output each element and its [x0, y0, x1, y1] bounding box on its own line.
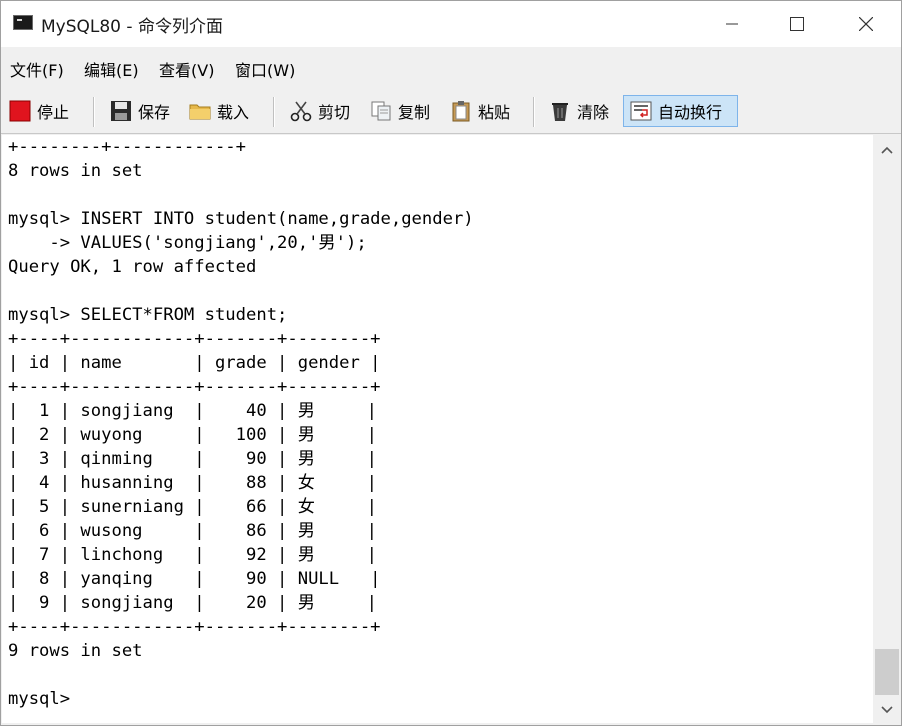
clipboard-icon — [450, 100, 472, 122]
title-bar[interactable]: MySQL80 - 命令列介面 — [1, 1, 901, 47]
console-line: -> VALUES('songjiang',20,'男'); — [8, 233, 367, 253]
save-button[interactable]: 保存 — [110, 95, 170, 127]
paste-button[interactable]: 粘贴 — [450, 95, 510, 127]
stop-button[interactable]: 停止 — [9, 95, 69, 127]
console-line: 9 rows in set — [8, 641, 143, 661]
folder-icon — [189, 100, 211, 122]
menu-file[interactable]: 文件(F) — [10, 57, 64, 81]
load-button[interactable]: 载入 — [189, 95, 249, 127]
console-line: Query OK, 1 row affected — [8, 257, 257, 277]
maximize-button[interactable] — [774, 1, 820, 47]
minimize-button[interactable] — [709, 1, 755, 47]
save-label: 保存 — [138, 103, 171, 122]
minimize-icon — [726, 23, 738, 25]
paste-label: 粘贴 — [478, 103, 511, 122]
toolbar-separator — [533, 97, 535, 127]
clear-label: 清除 — [577, 103, 610, 122]
menu-view[interactable]: 查看(V) — [159, 57, 214, 81]
console-line: | 2 | wuyong | 100 | 男 | — [8, 425, 378, 445]
chevron-down-icon — [881, 706, 893, 714]
cut-button[interactable]: 剪切 — [290, 95, 350, 127]
console-line: +----+------------+-------+--------+ — [8, 617, 381, 637]
cut-label: 剪切 — [318, 103, 351, 122]
clear-button[interactable]: 清除 — [549, 95, 609, 127]
console-output[interactable]: +--------+------------+ 8 rows in set mys… — [2, 135, 873, 723]
console-text: +--------+------------+ 8 rows in set mys… — [2, 135, 873, 711]
console-icon — [13, 15, 33, 30]
wrap-label: 自动换行 — [658, 103, 723, 122]
console-line: | 7 | linchong | 92 | 男 | — [8, 545, 378, 565]
trash-icon — [549, 100, 571, 122]
maximize-icon — [790, 17, 804, 31]
console-line: +----+------------+-------+--------+ — [8, 329, 381, 349]
chevron-up-icon — [881, 146, 893, 154]
menu-window[interactable]: 窗口(W) — [235, 57, 295, 81]
console-line: mysql> SELECT*FROM student; — [8, 305, 288, 325]
wrap-icon — [630, 100, 652, 122]
scroll-thumb[interactable] — [875, 649, 899, 695]
console-line: +--------+------------+ — [8, 137, 246, 157]
console-line: mysql> INSERT INTO student(name,grade,ge… — [8, 209, 474, 229]
menu-bar: 文件(F) 编辑(E) 查看(V) 窗口(W) — [1, 47, 901, 91]
toolbar-separator — [93, 97, 95, 127]
mysql-console-window: MySQL80 - 命令列介面 文件(F) 编辑(E) 查看(V) 窗口(W) … — [0, 0, 902, 726]
copy-button[interactable]: 复制 — [370, 95, 430, 127]
scroll-down-button[interactable] — [874, 697, 900, 723]
close-button[interactable] — [843, 1, 889, 47]
copy-icon — [370, 100, 392, 122]
console-line: mysql> — [8, 689, 81, 709]
console-line: | 4 | husanning | 88 | 女 | — [8, 473, 378, 493]
close-icon — [859, 17, 873, 31]
toolbar: 停止 保存 载入 剪切 复制 粘贴 清除 自动换行 — [1, 91, 901, 134]
console-line: | 1 | songjiang | 40 | 男 | — [8, 401, 378, 421]
window-title: MySQL80 - 命令列介面 — [41, 17, 223, 37]
stop-label: 停止 — [37, 103, 70, 122]
console-line: | id | name | grade | gender | — [8, 353, 381, 373]
console-line: | 5 | sunerniang | 66 | 女 | — [8, 497, 378, 517]
menu-edit[interactable]: 编辑(E) — [84, 57, 139, 81]
floppy-icon — [110, 100, 132, 122]
load-label: 载入 — [217, 103, 250, 122]
console-line: 8 rows in set — [8, 161, 143, 181]
console-line: | 3 | qinming | 90 | 男 | — [8, 449, 378, 469]
vertical-scrollbar[interactable] — [874, 135, 900, 723]
scissors-icon — [290, 100, 312, 122]
console-line: | 6 | wusong | 86 | 男 | — [8, 521, 378, 541]
copy-label: 复制 — [398, 103, 431, 122]
console-line: +----+------------+-------+--------+ — [8, 377, 381, 397]
toolbar-separator — [273, 97, 275, 127]
console-line: | 9 | songjiang | 20 | 男 | — [8, 593, 378, 613]
word-wrap-button[interactable]: 自动换行 — [623, 95, 738, 127]
console-line: | 8 | yanqing | 90 | NULL | — [8, 569, 381, 589]
scroll-up-button[interactable] — [874, 137, 900, 163]
stop-icon — [9, 100, 31, 122]
